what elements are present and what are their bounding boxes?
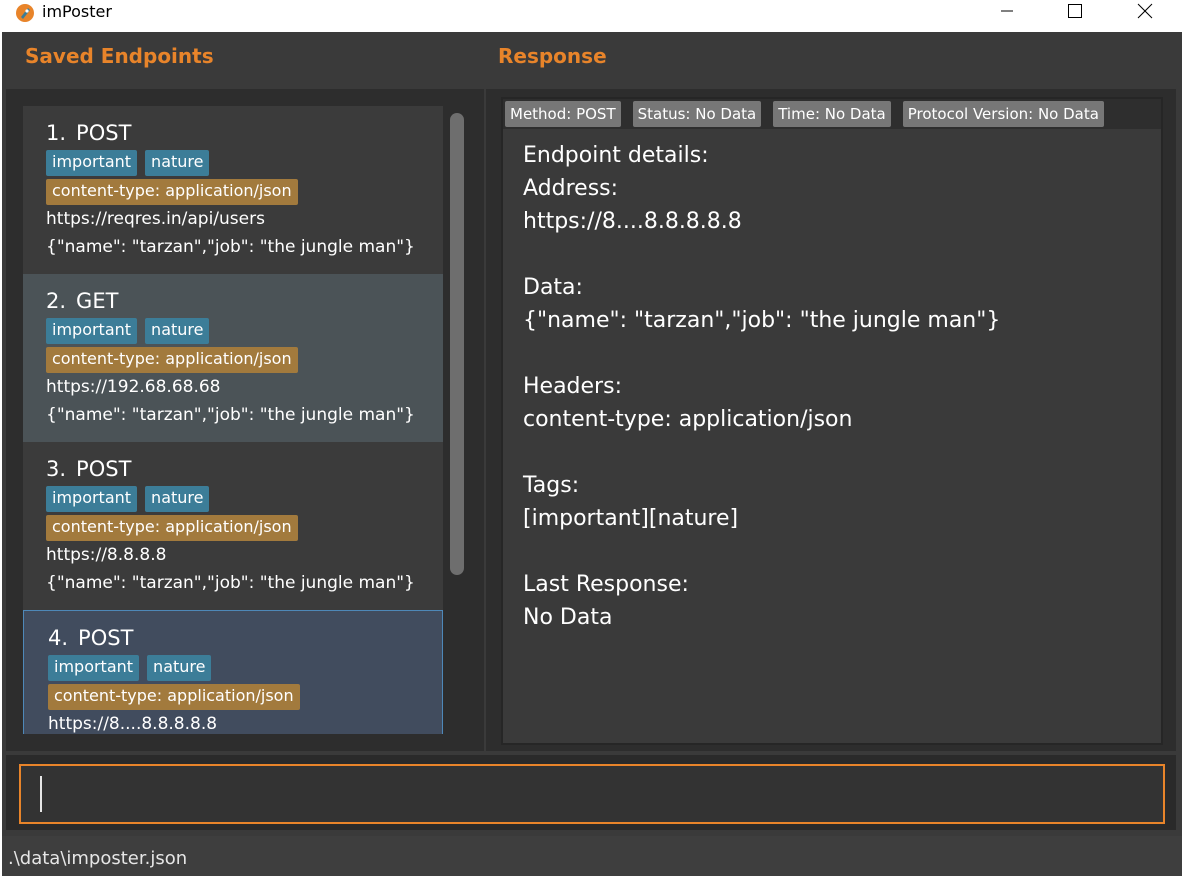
tag-badge: important: [46, 486, 138, 512]
endpoint-method: POST: [78, 626, 134, 650]
time-badge: Time: No Data: [773, 101, 891, 127]
endpoint-list-panel: 1. POST important nature content-type: ap…: [6, 89, 484, 751]
response-heading: Response: [498, 44, 607, 68]
window-edge: [0, 876, 1184, 882]
tag-row: important nature: [46, 318, 443, 344]
endpoint-method: POST: [76, 457, 132, 481]
text-caret: [40, 776, 42, 812]
endpoint-data: {"name": "tarzan","job": "the jungle man…: [46, 237, 415, 257]
endpoint-list-item[interactable]: 1. POST important nature content-type: ap…: [23, 106, 443, 274]
endpoint-list-item[interactable]: 2. GET important nature content-type: app…: [23, 274, 443, 442]
details-heading: Endpoint details:: [523, 143, 709, 168]
response-box: Method: POST Status: No Data Time: No Da…: [501, 97, 1163, 745]
maximize-button[interactable]: [1052, 0, 1098, 22]
data-file-path: .\data\imposter.json: [8, 848, 188, 869]
endpoint-address: https://reqres.in/api/users: [46, 209, 265, 229]
tag-badge: important: [46, 318, 138, 344]
header-badge: content-type: application/json: [46, 347, 298, 373]
endpoint-data: {"name": "tarzan","job": "the jungle man…: [46, 573, 415, 593]
minimize-icon: [1001, 10, 1013, 12]
endpoint-method: POST: [76, 121, 132, 145]
command-area: [6, 755, 1176, 830]
headers-value: content-type: application/json: [523, 407, 853, 432]
method-badge: Method: POST: [505, 101, 621, 127]
data-value: {"name": "tarzan","job": "the jungle man…: [523, 308, 1001, 333]
endpoint-list-item-selected[interactable]: 4. POST important nature content-type: ap…: [23, 610, 443, 734]
endpoint-details: Endpoint details: Address: https://8....…: [523, 139, 1000, 634]
tag-row: important nature: [46, 486, 443, 512]
last-response-label: Last Response:: [523, 572, 689, 597]
tag-badge: nature: [145, 486, 210, 512]
title-bar: imPoster: [0, 0, 1184, 32]
headers-label: Headers:: [523, 374, 622, 399]
close-icon: [1137, 3, 1153, 19]
endpoint-title: 1. POST: [46, 120, 443, 148]
response-badge-row: Method: POST Status: No Data Time: No Da…: [503, 99, 1161, 129]
endpoint-address: https://192.68.68.68: [46, 377, 221, 397]
address-value: https://8....8.8.8.8.8: [523, 209, 742, 234]
endpoint-index: 4.: [48, 626, 69, 650]
command-input[interactable]: [19, 764, 1165, 824]
tags-label: Tags:: [523, 473, 580, 498]
endpoint-list: 1. POST important nature content-type: ap…: [23, 106, 443, 734]
tag-row: important nature: [46, 150, 443, 176]
endpoint-list-item[interactable]: 3. POST important nature content-type: ap…: [23, 442, 443, 610]
endpoint-address: https://8.8.8.8: [46, 545, 167, 565]
tags-value: [important][nature]: [523, 506, 739, 531]
tag-row: important nature: [48, 655, 442, 681]
last-response-value: No Data: [523, 605, 613, 630]
endpoint-method: GET: [76, 289, 119, 313]
minimize-button[interactable]: [984, 0, 1030, 22]
window-title: imPoster: [42, 2, 112, 21]
close-button[interactable]: [1122, 0, 1168, 22]
header-badge: content-type: application/json: [46, 515, 298, 541]
response-panel: Method: POST Status: No Data Time: No Da…: [486, 89, 1176, 751]
app-window: Saved Endpoints Response 1. POST importan…: [2, 32, 1182, 880]
tag-badge: nature: [145, 150, 210, 176]
status-bar: .\data\imposter.json: [2, 836, 1182, 880]
data-label: Data:: [523, 275, 583, 300]
address-label: Address:: [523, 176, 619, 201]
rocket-logo-icon: [16, 4, 34, 22]
protocol-badge: Protocol Version: No Data: [902, 101, 1104, 127]
tag-badge: nature: [145, 318, 210, 344]
endpoint-index: 2.: [46, 289, 67, 313]
endpoint-title: 4. POST: [48, 625, 442, 653]
endpoint-title: 2. GET: [46, 288, 443, 316]
endpoint-index: 1.: [46, 121, 67, 145]
maximize-icon: [1068, 4, 1082, 18]
endpoint-title: 3. POST: [46, 456, 443, 484]
tag-badge: nature: [147, 655, 212, 681]
tag-badge: important: [48, 655, 140, 681]
tag-badge: important: [46, 150, 138, 176]
header-badge: content-type: application/json: [48, 684, 300, 710]
endpoint-data: {"name": "tarzan","job": "the jungle man…: [46, 405, 415, 425]
list-scrollbar-thumb[interactable]: [450, 113, 464, 575]
endpoint-index: 3.: [46, 457, 67, 481]
header-badge: content-type: application/json: [46, 179, 298, 205]
status-badge: Status: No Data: [632, 101, 762, 127]
saved-endpoints-heading: Saved Endpoints: [25, 44, 214, 68]
endpoint-address: https://8....8.8.8.8.8: [48, 714, 218, 734]
